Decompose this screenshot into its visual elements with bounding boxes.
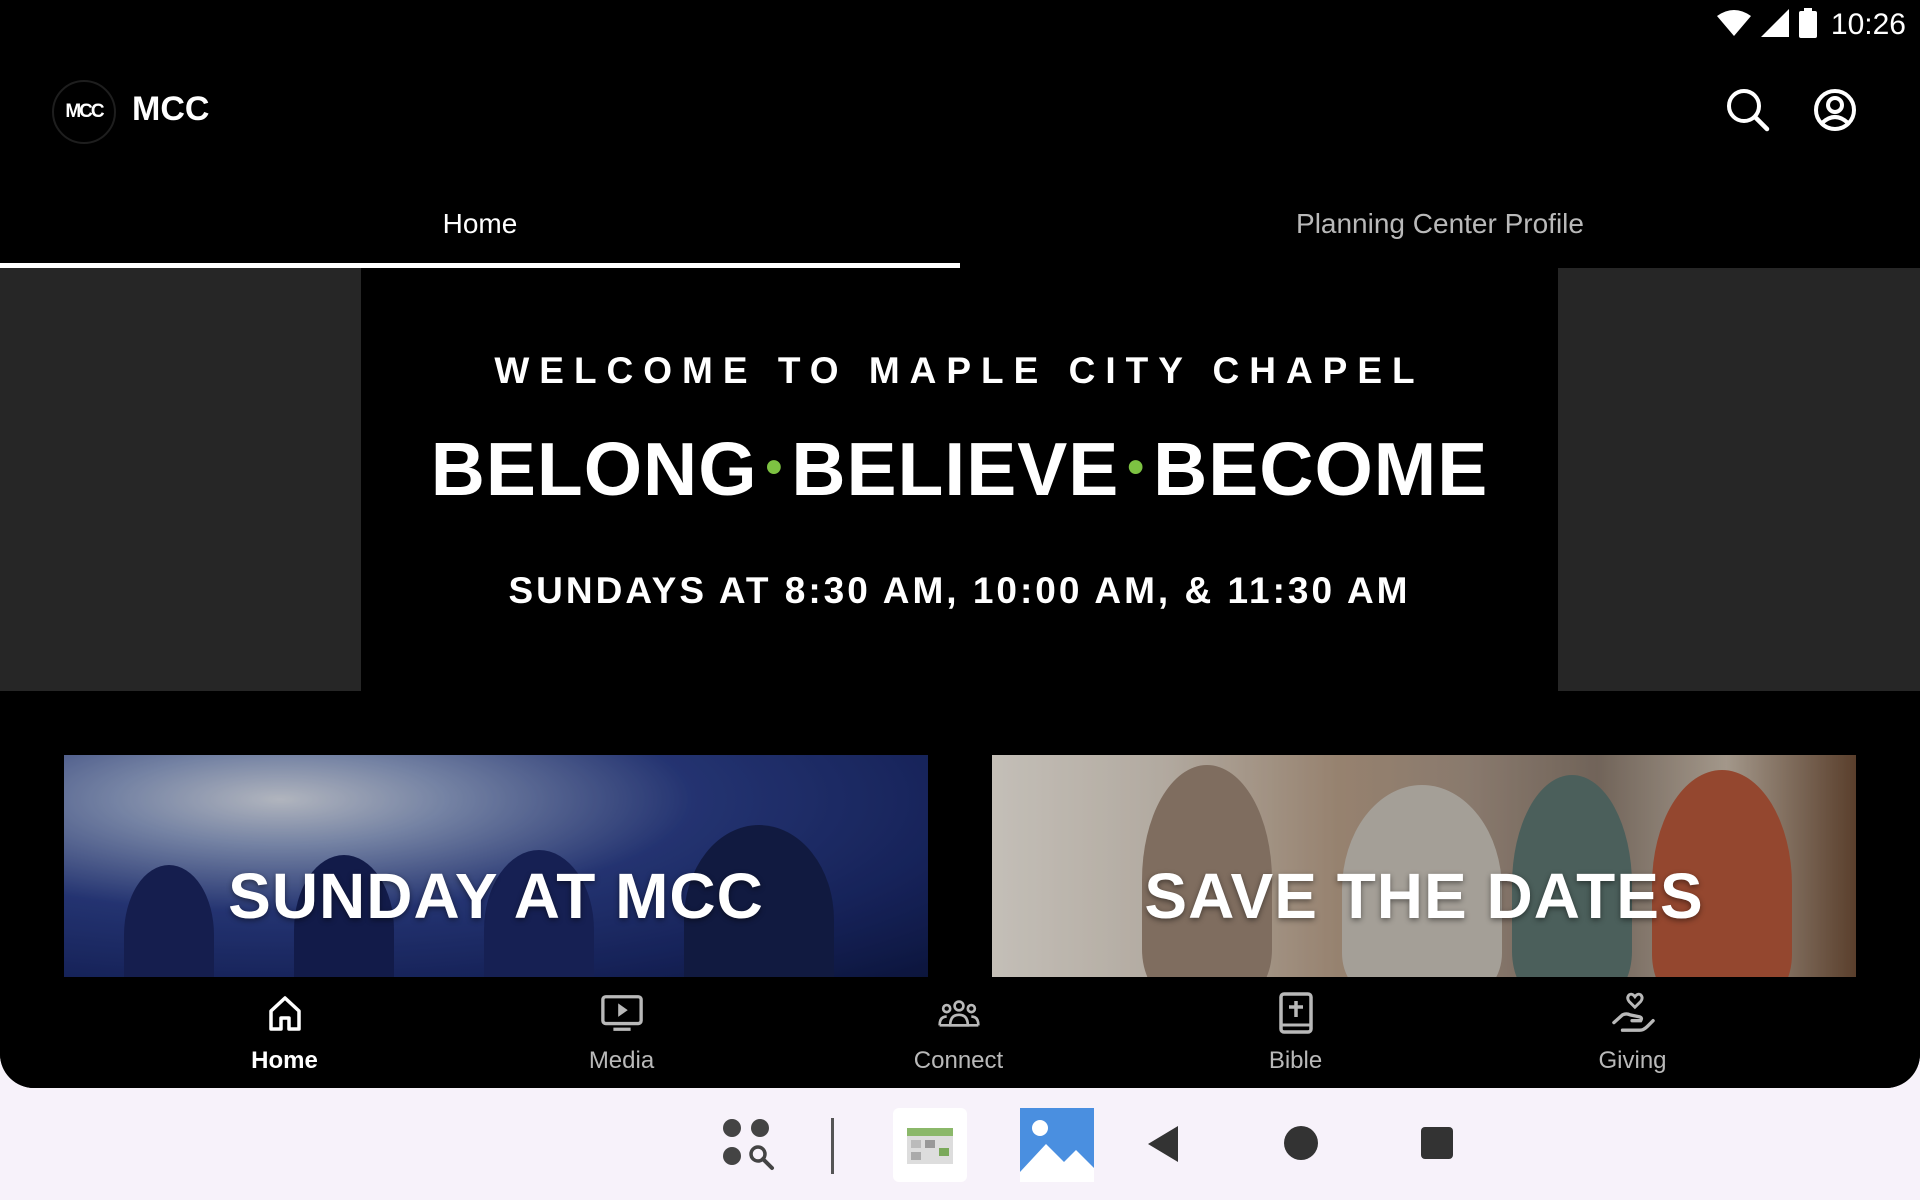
nav-item-label: Media bbox=[588, 1047, 655, 1074]
app-title: MCC bbox=[132, 90, 210, 128]
card-save-the-dates[interactable]: SAVE THE DATES bbox=[992, 755, 1856, 977]
battery-icon bbox=[1798, 7, 1817, 43]
status-bar: 10:26 bbox=[0, 0, 1920, 50]
media-icon bbox=[600, 991, 644, 1035]
tab-home-label: Home bbox=[442, 208, 518, 239]
tagline-separator: • bbox=[765, 440, 784, 494]
nav-item-home[interactable]: Home bbox=[116, 977, 453, 1088]
tab-planning-center-profile[interactable]: Planning Center Profile bbox=[960, 194, 1920, 268]
hero-tagline: BELONG • BELIEVE • BECOME bbox=[361, 426, 1558, 512]
search-button[interactable] bbox=[1718, 82, 1778, 142]
logo[interactable]: MCC bbox=[52, 80, 116, 144]
logo-text: MCC bbox=[65, 101, 104, 122]
nav-item-label: Giving bbox=[1598, 1047, 1667, 1074]
nav-item-connect[interactable]: Connect bbox=[790, 977, 1127, 1088]
app-drawer-icon[interactable] bbox=[722, 1118, 778, 1179]
hero-banner[interactable]: WELCOME TO MAPLE CITY CHAPEL BELONG • BELI… bbox=[0, 268, 1920, 691]
tab-bar: Home Planning Center Profile bbox=[0, 194, 1920, 268]
back-icon[interactable] bbox=[1148, 1126, 1180, 1167]
calendar-app-icon[interactable] bbox=[893, 1108, 967, 1187]
clock: 10:26 bbox=[1830, 8, 1906, 41]
nav-item-giving[interactable]: Giving bbox=[1464, 977, 1801, 1088]
card-title: SAVE THE DATES bbox=[1144, 860, 1704, 932]
card-sunday-at-mcc[interactable]: SUNDAY AT MCC bbox=[64, 755, 928, 977]
account-circle-icon bbox=[1812, 87, 1858, 138]
search-icon bbox=[1725, 87, 1771, 138]
tab-planning-center-profile-label: Planning Center Profile bbox=[1296, 208, 1584, 239]
system-navigation-bar bbox=[0, 1090, 1920, 1200]
tagline-belong: BELONG bbox=[430, 427, 758, 511]
nav-item-label: Bible bbox=[1268, 1047, 1323, 1074]
card-title: SUNDAY AT MCC bbox=[228, 860, 764, 932]
home-circle-icon[interactable] bbox=[1283, 1125, 1319, 1166]
nav-item-label: Connect bbox=[913, 1047, 1004, 1074]
service-times: SUNDAYS AT 8:30 AM, 10:00 AM, & 11:30 AM bbox=[508, 570, 1411, 611]
wifi-icon bbox=[1716, 9, 1751, 41]
tagline-believe: BELIEVE bbox=[791, 427, 1120, 511]
divider bbox=[831, 1118, 834, 1174]
top-app-bar: MCC MCC bbox=[0, 60, 1920, 164]
tab-home[interactable]: Home bbox=[0, 194, 960, 268]
tagline-separator: • bbox=[1127, 440, 1146, 494]
bottom-navigation: Home Media Connect Bible Giving bbox=[0, 977, 1920, 1088]
app-window: 10:26 MCC MCC Home Planning Center Profi… bbox=[0, 0, 1920, 1088]
connect-icon bbox=[937, 991, 981, 1035]
nav-item-bible[interactable]: Bible bbox=[1127, 977, 1464, 1088]
nav-item-label: Home bbox=[251, 1047, 318, 1074]
gallery-app-icon[interactable] bbox=[1020, 1108, 1094, 1187]
home-icon bbox=[263, 991, 307, 1035]
bible-icon bbox=[1274, 991, 1318, 1035]
account-button[interactable] bbox=[1805, 82, 1865, 142]
nav-item-media[interactable]: Media bbox=[453, 977, 790, 1088]
signal-icon bbox=[1760, 8, 1789, 42]
giving-icon bbox=[1611, 991, 1655, 1035]
hero-welcome-text: WELCOME TO MAPLE CITY CHAPEL bbox=[494, 350, 1425, 391]
recents-icon[interactable] bbox=[1421, 1127, 1453, 1164]
hero-content: WELCOME TO MAPLE CITY CHAPEL BELONG • BELI… bbox=[361, 268, 1558, 691]
tagline-become: BECOME bbox=[1153, 427, 1489, 511]
